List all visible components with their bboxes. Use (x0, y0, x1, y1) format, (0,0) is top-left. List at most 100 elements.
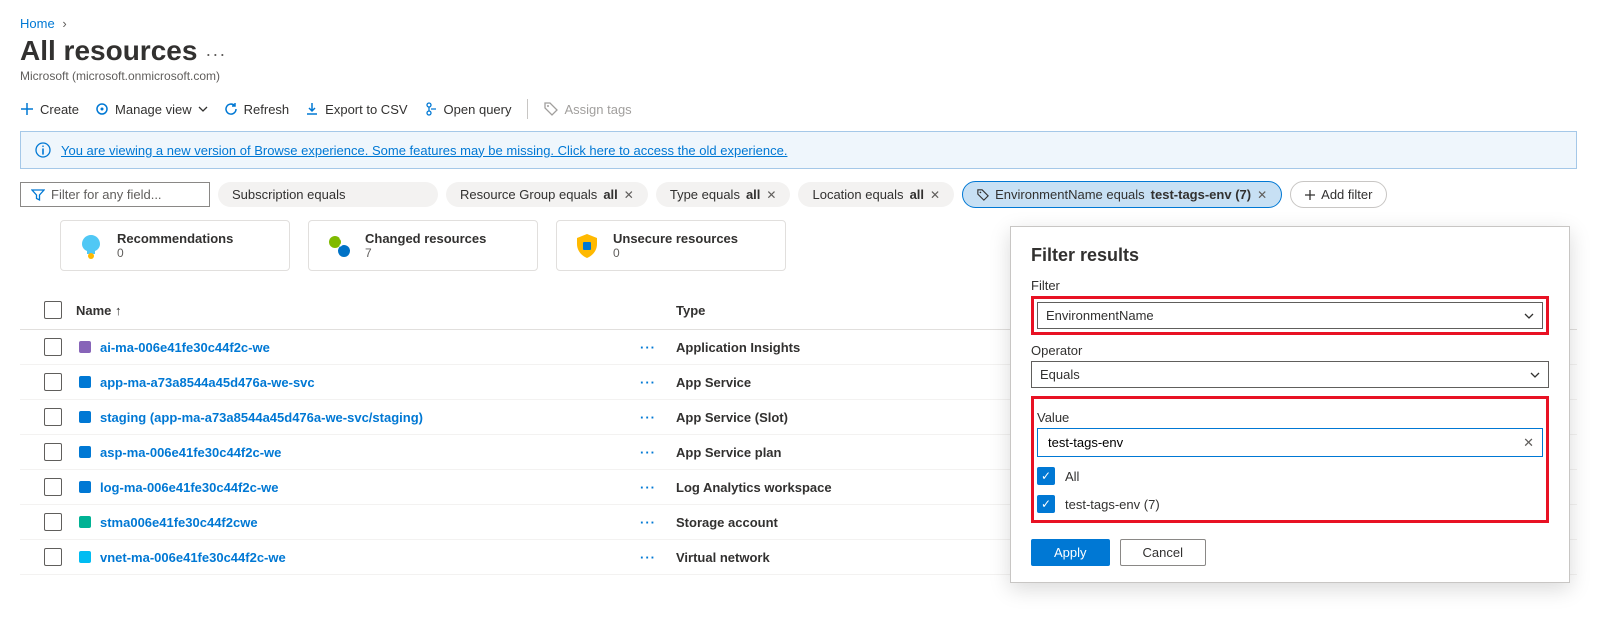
row-more-icon[interactable]: ··· (620, 480, 676, 495)
search-field[interactable]: Filter for any field... (20, 182, 210, 207)
row-checkbox[interactable] (44, 408, 62, 426)
assign-tags-label: Assign tags (564, 102, 631, 117)
tag-icon (977, 189, 989, 201)
resource-link[interactable]: asp-ma-006e41fe30c44f2c-we (100, 445, 281, 460)
filter-icon (31, 188, 45, 202)
refresh-button[interactable]: Refresh (224, 102, 290, 117)
row-more-icon[interactable]: ··· (620, 375, 676, 390)
row-checkbox[interactable] (44, 373, 62, 391)
close-icon[interactable]: ✕ (624, 188, 634, 202)
search-placeholder: Filter for any field... (51, 187, 162, 202)
card-recommendations[interactable]: Recommendations 0 (60, 220, 290, 271)
create-button[interactable]: Create (20, 102, 79, 117)
recommendations-icon (77, 232, 105, 260)
card-value: 0 (117, 246, 233, 260)
checkbox-option[interactable]: ✓ (1037, 495, 1055, 513)
value-text-input[interactable] (1046, 434, 1523, 451)
resource-link[interactable]: staging (app-ma-a73a8544a45d476a-we-svc/… (100, 410, 423, 425)
resource-type-icon (76, 480, 94, 494)
manage-view-label: Manage view (115, 102, 192, 117)
row-checkbox[interactable] (44, 513, 62, 531)
apply-button[interactable]: Apply (1031, 539, 1110, 566)
filter-pill-subscription[interactable]: Subscription equals (218, 182, 438, 207)
row-checkbox[interactable] (44, 443, 62, 461)
row-checkbox[interactable] (44, 478, 62, 496)
breadcrumb: Home › (20, 0, 1577, 35)
value-input[interactable]: ✕ (1037, 428, 1543, 457)
close-icon[interactable]: ✕ (1257, 188, 1267, 202)
resource-type-icon (76, 375, 94, 389)
info-bar-link[interactable]: You are viewing a new version of Browse … (61, 143, 787, 158)
value-label: Value (1037, 410, 1543, 425)
close-icon[interactable]: ✕ (766, 188, 776, 202)
resource-type-icon (76, 410, 94, 424)
more-actions-icon[interactable]: ··· (205, 44, 226, 65)
export-csv-button[interactable]: Export to CSV (305, 102, 407, 117)
filter-select[interactable]: EnvironmentName (1037, 302, 1543, 329)
row-more-icon[interactable]: ··· (620, 445, 676, 460)
plus-icon (20, 102, 34, 116)
row-more-icon[interactable]: ··· (620, 410, 676, 425)
filter-pill-environmentname[interactable]: EnvironmentName equals test-tags-env (7)… (962, 181, 1282, 208)
filter-pill-type[interactable]: Type equals all ✕ (656, 182, 791, 207)
close-icon[interactable]: ✕ (930, 188, 940, 202)
row-checkbox[interactable] (44, 548, 62, 566)
card-title: Unsecure resources (613, 231, 738, 246)
popout-title: Filter results (1031, 245, 1549, 266)
highlight-value-box: Value ✕ ✓ All ✓ test-tags-env (7) (1031, 396, 1549, 523)
resource-link[interactable]: log-ma-006e41fe30c44f2c-we (100, 480, 279, 495)
row-checkbox[interactable] (44, 338, 62, 356)
org-name: Microsoft (microsoft.onmicrosoft.com) (20, 69, 1577, 83)
filter-popout: Filter results Filter EnvironmentName Op… (1010, 226, 1570, 583)
resource-link[interactable]: ai-ma-006e41fe30c44f2c-we (100, 340, 270, 355)
operator-label: Operator (1031, 343, 1549, 358)
info-bar: You are viewing a new version of Browse … (20, 131, 1577, 169)
filter-pill-resourcegroup[interactable]: Resource Group equals all ✕ (446, 182, 648, 207)
breadcrumb-home[interactable]: Home (20, 16, 55, 31)
card-value: 0 (613, 246, 738, 260)
assign-tags-button: Assign tags (544, 102, 631, 117)
add-filter-label: Add filter (1321, 187, 1372, 202)
filter-select-value: EnvironmentName (1046, 308, 1154, 323)
card-unsecure-resources[interactable]: Unsecure resources 0 (556, 220, 786, 271)
row-more-icon[interactable]: ··· (620, 515, 676, 530)
download-icon (305, 102, 319, 116)
filter-row: Filter for any field... Subscription equ… (20, 169, 1577, 220)
create-label: Create (40, 102, 79, 117)
chevron-down-icon (1530, 372, 1540, 378)
export-label: Export to CSV (325, 102, 407, 117)
plus-icon (1305, 190, 1315, 200)
resource-type-icon (76, 515, 94, 529)
filter-pill-location[interactable]: Location equals all ✕ (798, 182, 954, 207)
checkbox-option-label: test-tags-env (7) (1065, 497, 1160, 512)
operator-select[interactable]: Equals (1031, 361, 1549, 388)
toolbar-separator (527, 99, 528, 119)
info-icon (35, 142, 51, 158)
resource-link[interactable]: app-ma-a73a8544a45d476a-we-svc (100, 375, 315, 390)
add-filter-button[interactable]: Add filter (1290, 181, 1387, 208)
highlight-filter-box: EnvironmentName (1031, 296, 1549, 335)
resource-link[interactable]: stma006e41fe30c44f2cwe (100, 515, 258, 530)
changed-icon (325, 232, 353, 260)
card-changed-resources[interactable]: Changed resources 7 (308, 220, 538, 271)
chevron-right-icon: › (62, 16, 66, 31)
resource-type-icon (76, 340, 94, 354)
query-icon (424, 102, 438, 116)
refresh-label: Refresh (244, 102, 290, 117)
open-query-button[interactable]: Open query (424, 102, 512, 117)
checkbox-all-label: All (1065, 469, 1079, 484)
row-more-icon[interactable]: ··· (620, 550, 676, 565)
row-more-icon[interactable]: ··· (620, 340, 676, 355)
cancel-button[interactable]: Cancel (1120, 539, 1206, 566)
resource-type-icon (76, 445, 94, 459)
open-query-label: Open query (444, 102, 512, 117)
refresh-icon (224, 102, 238, 116)
resource-link[interactable]: vnet-ma-006e41fe30c44f2c-we (100, 550, 286, 565)
card-title: Changed resources (365, 231, 486, 246)
clear-icon[interactable]: ✕ (1523, 435, 1534, 451)
manage-view-button[interactable]: Manage view (95, 102, 208, 117)
checkbox-all[interactable]: ✓ (1037, 467, 1055, 485)
col-header-name[interactable]: Name ↑ (76, 303, 676, 318)
select-all-checkbox[interactable] (44, 301, 62, 319)
card-title: Recommendations (117, 231, 233, 246)
